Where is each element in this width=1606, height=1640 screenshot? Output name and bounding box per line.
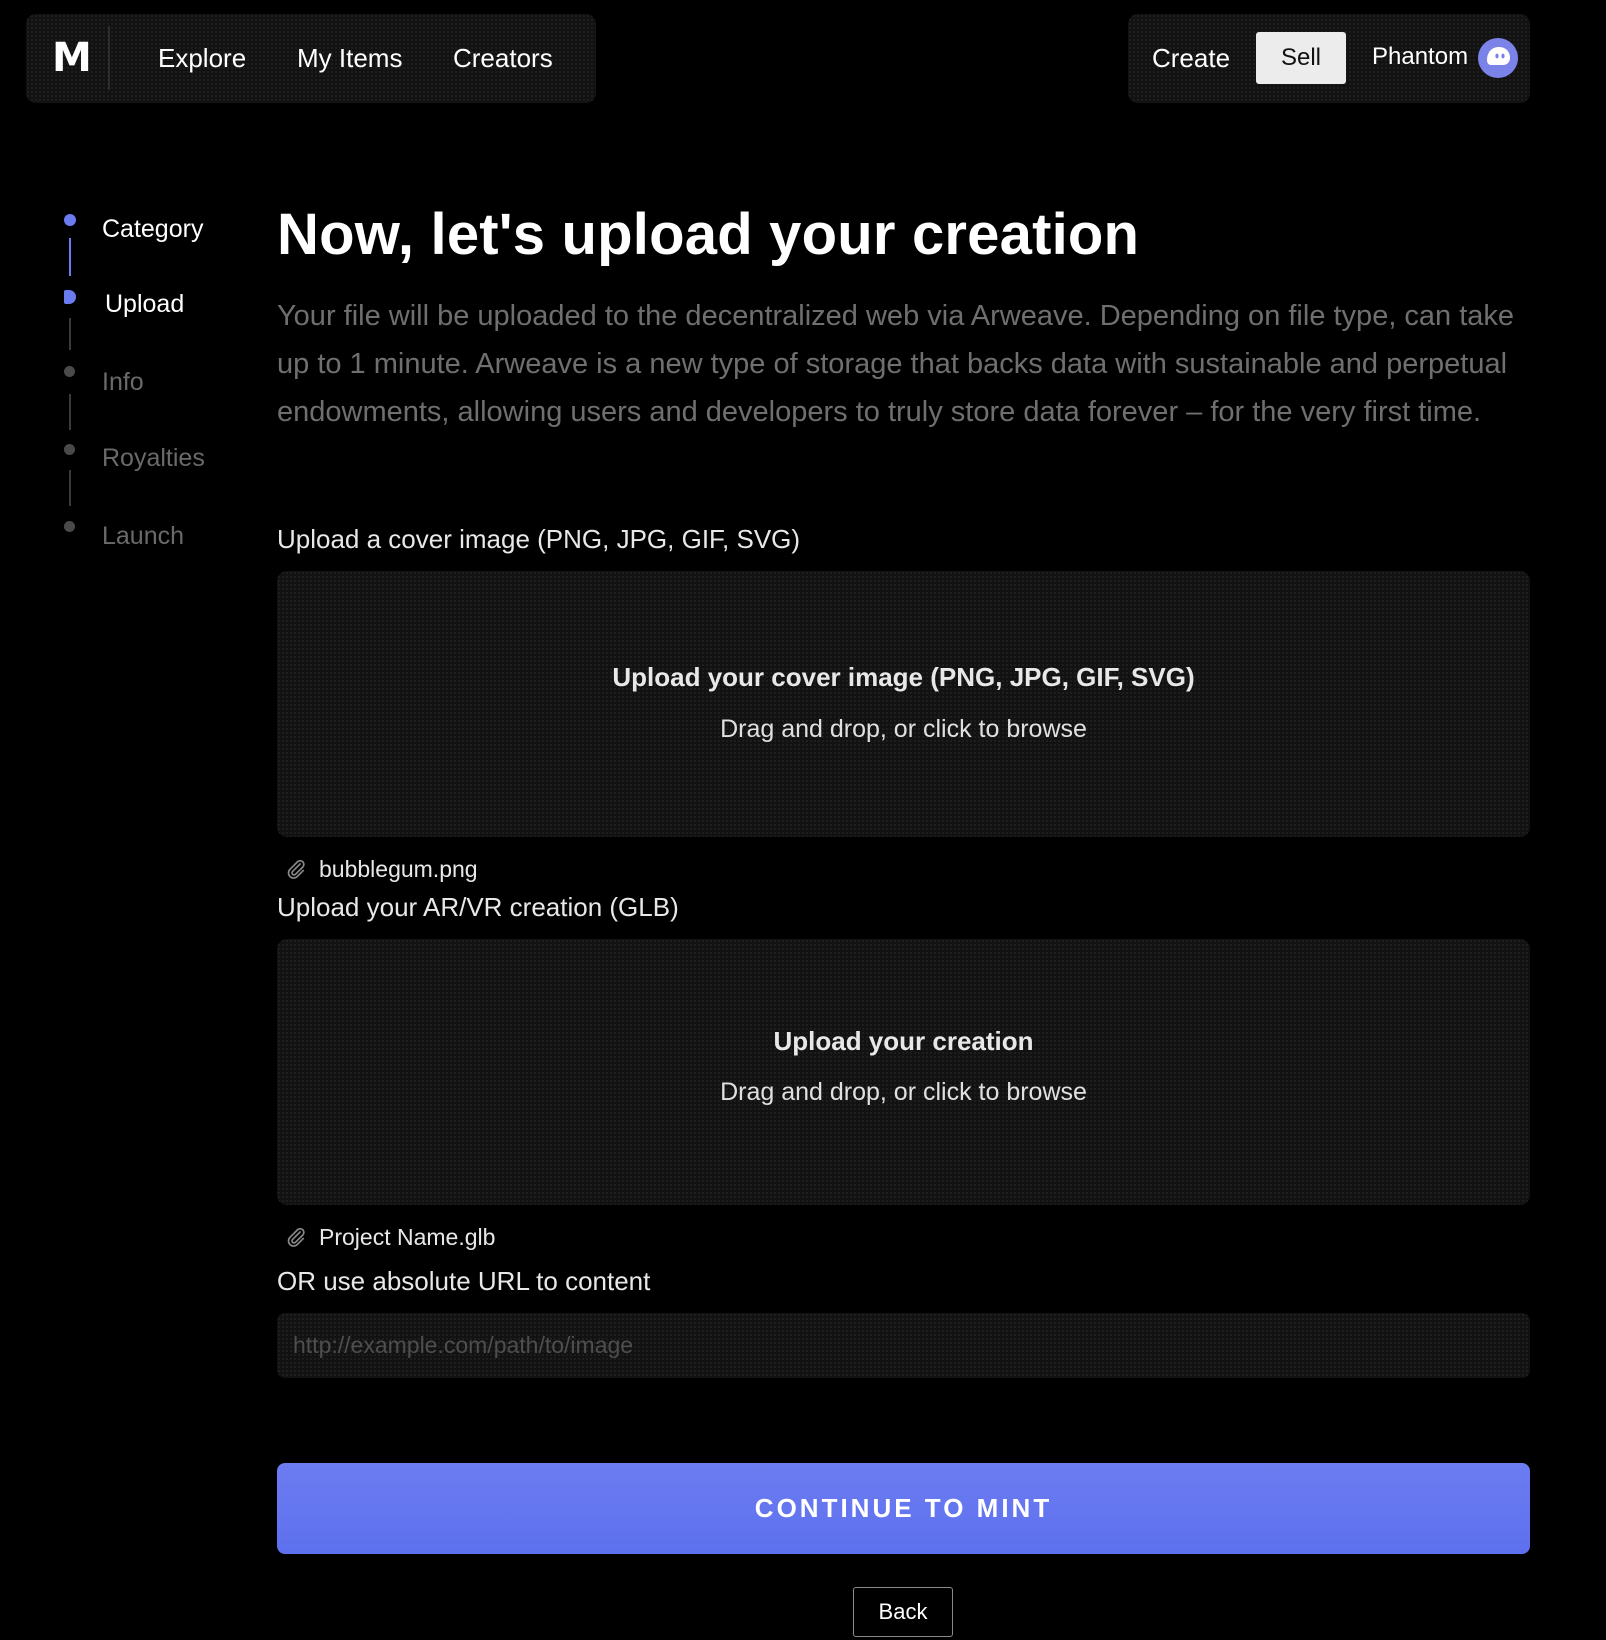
step-upload[interactable]: Upload — [105, 287, 184, 321]
sell-button[interactable]: Sell — [1256, 32, 1346, 84]
step-category[interactable]: Category — [102, 212, 203, 246]
continue-to-mint-button[interactable]: CONTINUE TO MINT — [277, 1463, 1530, 1554]
nav-divider — [108, 26, 110, 90]
phantom-ghost-icon[interactable] — [1478, 38, 1518, 78]
page-description: Your file will be uploaded to the decent… — [277, 300, 1515, 428]
creation-dropzone-hint: Drag and drop, or click to browse — [720, 1078, 1087, 1106]
create-link[interactable]: Create — [1152, 40, 1230, 76]
step-dot-info — [64, 366, 75, 377]
step-connector — [69, 238, 71, 276]
step-connector — [69, 394, 71, 430]
creation-file-name: Project Name.glb — [319, 1224, 496, 1250]
creation-upload-label: Upload your AR/VR creation (GLB) — [277, 892, 679, 922]
logo[interactable]: M — [52, 36, 92, 80]
step-launch[interactable]: Launch — [102, 519, 184, 553]
step-dot-launch — [64, 521, 75, 532]
account-nav: Create Sell Phantom — [1128, 14, 1530, 103]
page-title: Now, let's upload your creation — [277, 202, 1140, 267]
cover-dropzone[interactable]: Upload your cover image (PNG, JPG, GIF, … — [277, 571, 1530, 837]
cover-dropzone-hint: Drag and drop, or click to browse — [720, 715, 1087, 743]
wallet-name[interactable]: Phantom — [1372, 40, 1468, 74]
creation-dropzone[interactable]: Upload your creation Drag and drop, or c… — [277, 939, 1530, 1205]
paperclip-icon — [287, 859, 305, 879]
step-connector — [69, 318, 71, 350]
url-label: OR use absolute URL to content — [277, 1266, 651, 1296]
cover-upload-label: Upload a cover image (PNG, JPG, GIF, SVG… — [277, 524, 801, 554]
nav-my-items[interactable]: My Items — [297, 40, 402, 76]
step-dot-category — [64, 214, 76, 226]
cover-dropzone-title: Upload your cover image (PNG, JPG, GIF, … — [612, 662, 1195, 692]
nav-creators[interactable]: Creators — [453, 40, 553, 76]
paperclip-icon — [287, 1227, 305, 1247]
step-dot-upload — [64, 290, 76, 304]
back-button[interactable]: Back — [853, 1587, 953, 1637]
main-nav: M Explore My Items Creators — [26, 14, 596, 103]
creation-dropzone-title: Upload your creation — [773, 1026, 1034, 1056]
cover-file-name: bubblegum.png — [319, 856, 478, 882]
step-royalties[interactable]: Royalties — [102, 441, 205, 475]
nav-explore[interactable]: Explore — [158, 40, 246, 76]
step-connector — [69, 470, 71, 506]
content-url-input[interactable] — [277, 1313, 1530, 1378]
step-info[interactable]: Info — [102, 365, 144, 399]
progress-stepper: Category Upload Info Royalties Launch — [60, 200, 260, 560]
step-dot-royalties — [64, 444, 75, 455]
